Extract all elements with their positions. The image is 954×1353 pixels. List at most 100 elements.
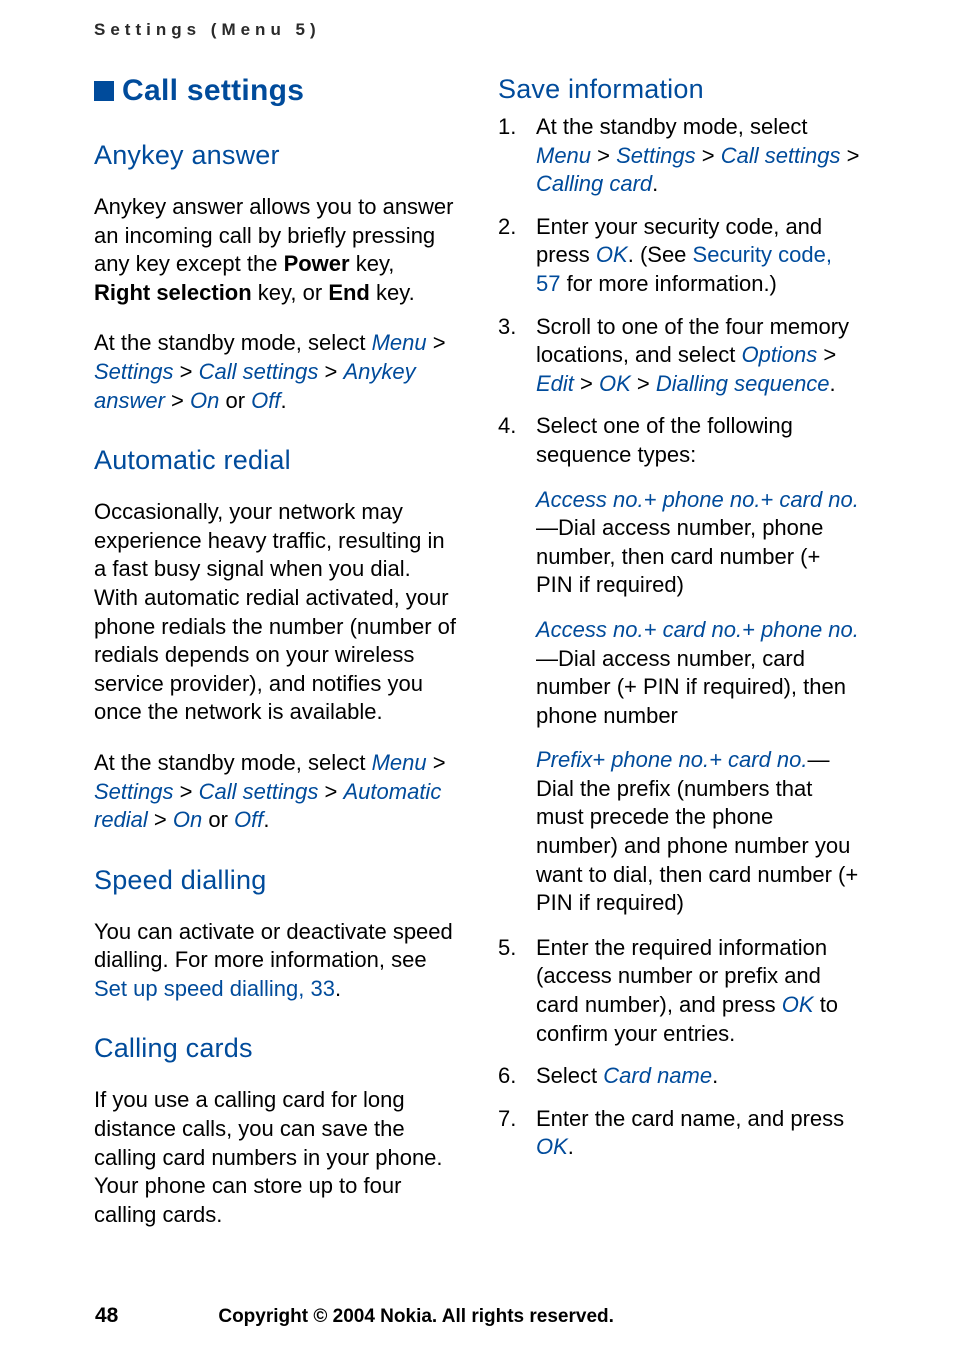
sequence-type-block-1: Access no.+ phone no.+ card no. —Dial acc…	[498, 486, 860, 600]
menu-path-settings: Settings	[94, 779, 174, 804]
sequence-type-title: Access no.+ card no.+ phone no.	[536, 617, 859, 642]
calling-cards-paragraph: If you use a calling card for long dista…	[94, 1086, 456, 1229]
menu-option-off: Off	[234, 807, 263, 832]
text: for more information.)	[560, 271, 776, 296]
list-item: Scroll to one of the four memory locatio…	[498, 313, 860, 399]
list-item: Enter the required information (access n…	[498, 934, 860, 1048]
menu-option-ok: OK	[599, 371, 631, 396]
text: >	[318, 359, 343, 384]
keyword-right-selection: Right selection	[94, 280, 252, 305]
text: >	[696, 143, 721, 168]
text: >	[318, 779, 343, 804]
menu-option-on: On	[173, 807, 202, 832]
menu-path-callingcard: Calling card	[536, 171, 652, 196]
menu-path-menu: Menu	[372, 330, 427, 355]
section-title: Call settings	[122, 74, 304, 108]
anykey-paragraph-1: Anykey answer allows you to answer an in…	[94, 193, 456, 307]
text: >	[574, 371, 599, 396]
sequence-type-block-2: Access no.+ card no.+ phone no. —Dial acc…	[498, 616, 860, 730]
sub-title-auto-redial: Automatic redial	[94, 445, 456, 476]
sequence-type-title: Prefix+ phone no.+ card no.	[536, 747, 808, 772]
text: >	[817, 342, 836, 367]
speed-dialling-paragraph: You can activate or deactivate speed dia…	[94, 918, 456, 1004]
text: Select	[536, 1063, 603, 1088]
text: .	[568, 1134, 574, 1159]
sub-title-save-information: Save information	[498, 74, 860, 105]
menu-option-ok: OK	[596, 242, 628, 267]
menu-option-off: Off	[251, 388, 280, 413]
text: At the standby mode, select	[94, 330, 372, 355]
sub-title-speed-dialling: Speed dialling	[94, 865, 456, 896]
keyword-end: End	[328, 280, 370, 305]
sequence-type-block-3: Prefix+ phone no.+ card no.—Dial the pre…	[498, 746, 860, 918]
text: —Dial access number, card number (+ PIN …	[536, 646, 846, 728]
text: You can activate or deactivate speed dia…	[94, 919, 453, 973]
text: >	[841, 143, 860, 168]
right-column: Save information At the standby mode, se…	[498, 74, 860, 1245]
text: key.	[370, 280, 415, 305]
menu-path-settings: Settings	[616, 143, 696, 168]
text: >	[174, 779, 199, 804]
content-columns: Call settings Anykey answer Anykey answe…	[94, 74, 860, 1245]
anykey-paragraph-2: At the standby mode, select Menu > Setti…	[94, 329, 456, 415]
text: .	[263, 807, 269, 832]
list-item: Enter the card name, and press OK.	[498, 1105, 860, 1162]
text: Select one of the following sequence typ…	[536, 413, 793, 467]
text: —Dial access number, phone number, then …	[536, 515, 823, 597]
page-footer: 48 Copyright © 2004 Nokia. All rights re…	[95, 1304, 859, 1328]
auto-redial-paragraph-2: At the standby mode, select Menu > Setti…	[94, 749, 456, 835]
document-page: Settings (Menu 5) Call settings Anykey a…	[0, 0, 954, 1353]
text: —Dial the prefix (numbers that must prec…	[536, 747, 858, 915]
text: .	[281, 388, 287, 413]
text: .	[712, 1063, 718, 1088]
text: Anykey answer allows you to answer an in…	[94, 194, 454, 276]
text: key,	[350, 251, 395, 276]
list-item: Select Card name.	[498, 1062, 860, 1091]
text: >	[427, 750, 446, 775]
save-information-steps-continued: Enter the required information (access n…	[498, 934, 860, 1162]
text: >	[427, 330, 446, 355]
text: >	[631, 371, 656, 396]
running-header: Settings (Menu 5)	[94, 20, 860, 46]
text: >	[174, 359, 199, 384]
text: or	[202, 807, 234, 832]
text: At the standby mode, select	[536, 114, 808, 139]
auto-redial-paragraph-1: Occasionally, your network may experienc…	[94, 498, 456, 727]
menu-option-card-name: Card name	[603, 1063, 712, 1088]
list-item: At the standby mode, select Menu > Setti…	[498, 113, 860, 199]
text: . (See	[628, 242, 693, 267]
text: .	[335, 976, 341, 1001]
menu-option-on: On	[190, 388, 219, 413]
menu-option-edit: Edit	[536, 371, 574, 396]
text: Enter the card name, and press	[536, 1106, 844, 1131]
text: or	[219, 388, 251, 413]
menu-path-settings: Settings	[94, 359, 174, 384]
list-item: Select one of the following sequence typ…	[498, 412, 860, 469]
text: .	[830, 371, 836, 396]
text: At the standby mode, select	[94, 750, 372, 775]
text: >	[591, 143, 616, 168]
menu-option-ok: OK	[536, 1134, 568, 1159]
page-number: 48	[95, 1304, 118, 1328]
left-column: Call settings Anykey answer Anykey answe…	[94, 74, 456, 1245]
text: >	[165, 388, 190, 413]
text: >	[148, 807, 173, 832]
link-set-up-speed-dialling[interactable]: Set up speed dialling, 33	[94, 976, 335, 1001]
copyright-text: Copyright © 2004 Nokia. All rights reser…	[218, 1306, 614, 1328]
section-heading-bar: Call settings	[94, 74, 456, 108]
keyword-power: Power	[284, 251, 350, 276]
text: .	[652, 171, 658, 196]
menu-option-options: Options	[741, 342, 817, 367]
sub-title-anykey: Anykey answer	[94, 140, 456, 171]
text: key, or	[252, 280, 329, 305]
menu-option-ok: OK	[782, 992, 814, 1017]
menu-path-menu: Menu	[372, 750, 427, 775]
section-bullet-icon	[94, 81, 114, 101]
menu-path-callsettings: Call settings	[199, 779, 319, 804]
menu-option-dialling-sequence: Dialling sequence	[656, 371, 830, 396]
list-item: Enter your security code, and press OK. …	[498, 213, 860, 299]
menu-path-callsettings: Call settings	[721, 143, 841, 168]
menu-path-menu: Menu	[536, 143, 591, 168]
menu-path-callsettings: Call settings	[199, 359, 319, 384]
sequence-type-title: Access no.+ phone no.+ card no.	[536, 487, 859, 512]
